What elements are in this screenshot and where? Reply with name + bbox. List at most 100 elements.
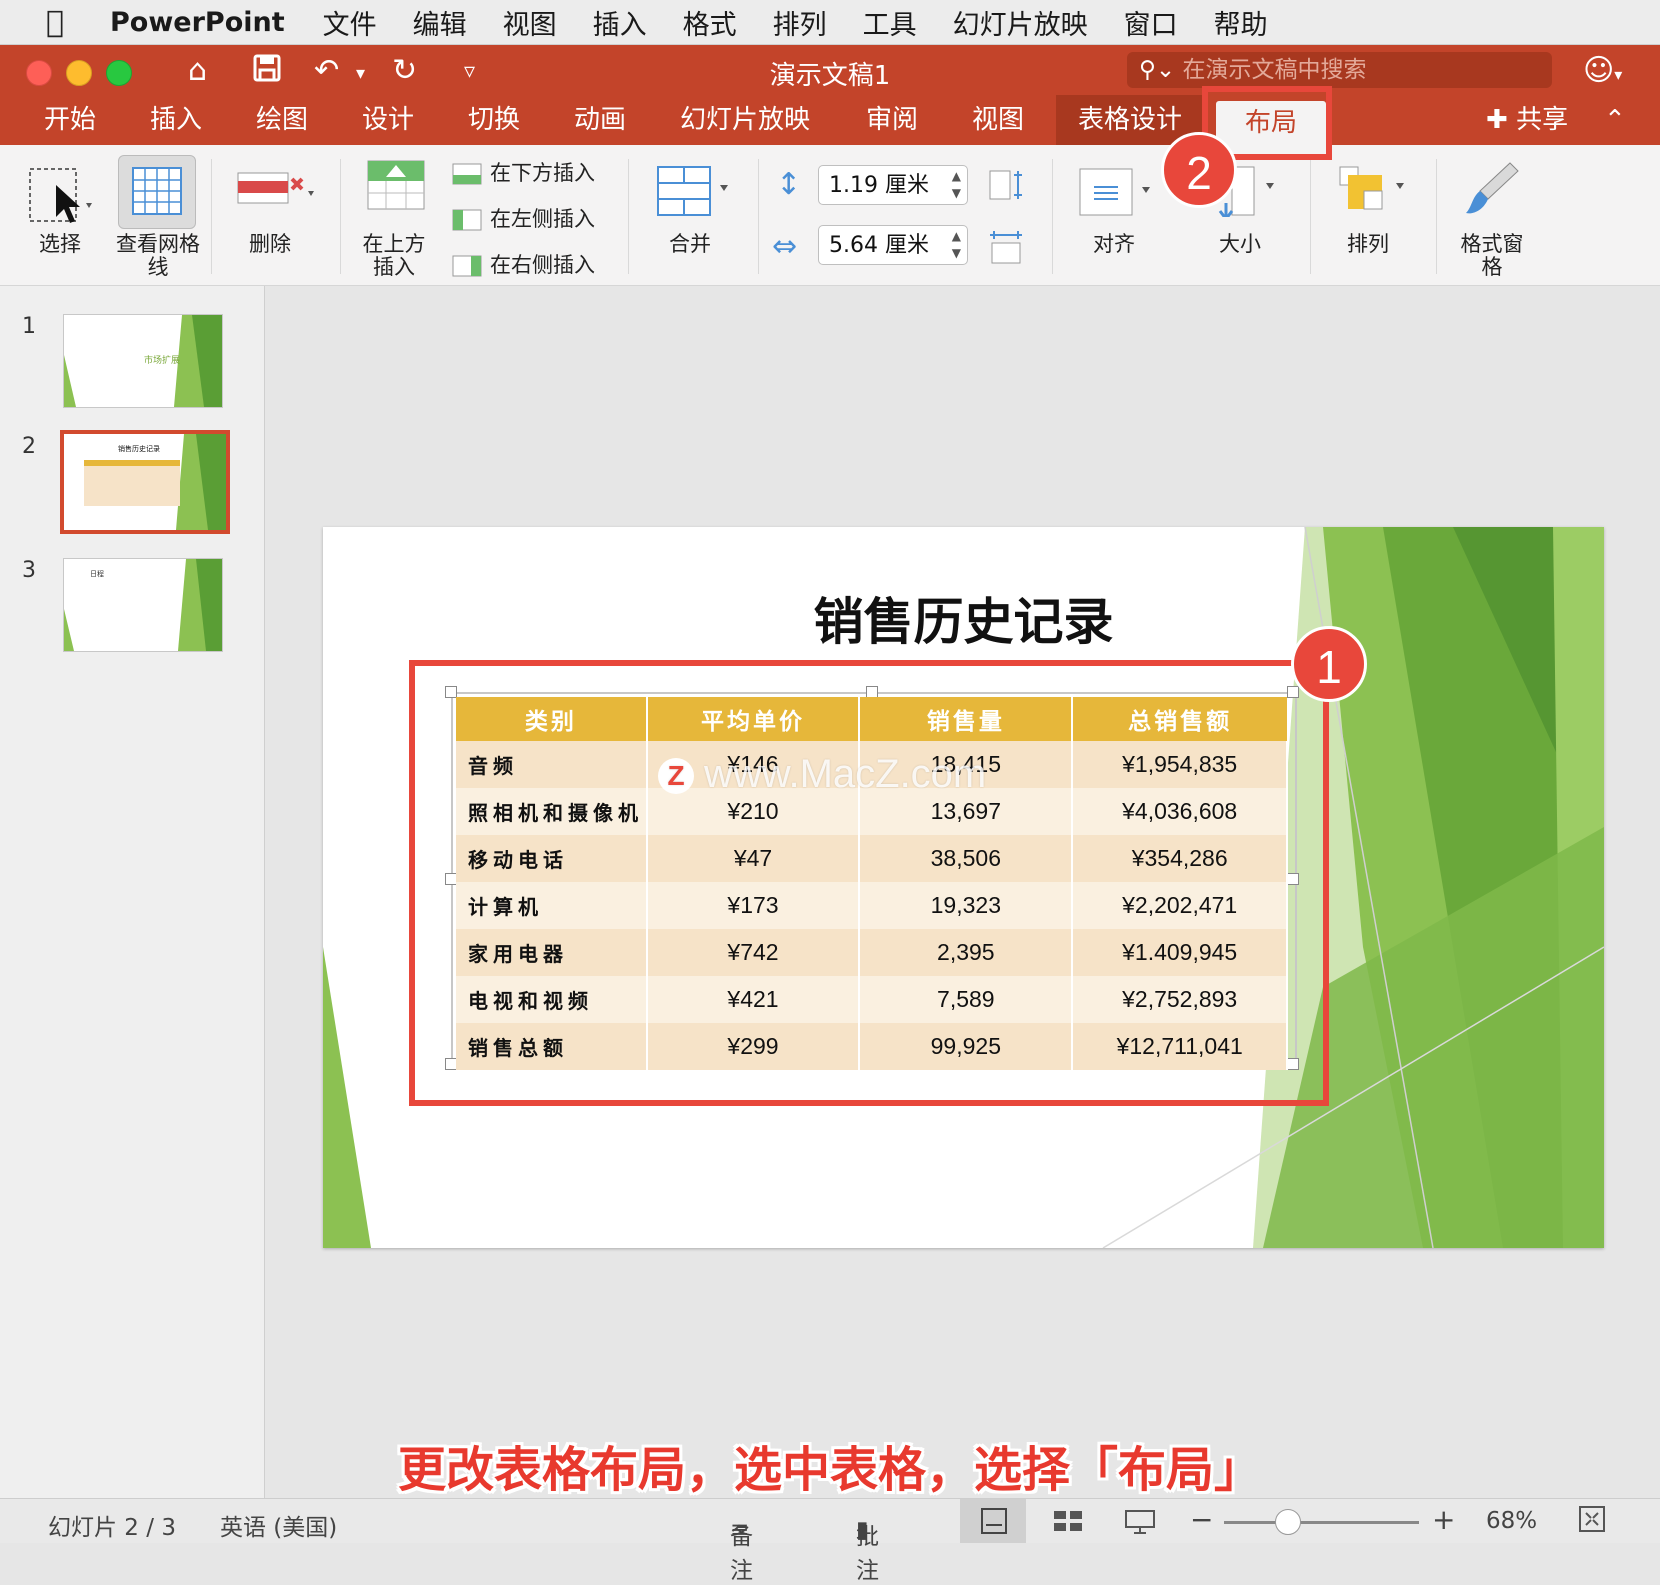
tab-design[interactable]: 设计 bbox=[348, 95, 428, 145]
ribbon-separator bbox=[340, 159, 341, 274]
menu-tools[interactable]: 工具 bbox=[863, 3, 917, 42]
zoom-slider-thumb[interactable] bbox=[1275, 1509, 1301, 1535]
undo-icon[interactable]: ↶ bbox=[314, 53, 339, 88]
menu-window[interactable]: 窗口 bbox=[1124, 3, 1178, 42]
presenter-view-icon bbox=[1125, 1510, 1155, 1534]
menu-arrange[interactable]: 排列 bbox=[773, 3, 827, 42]
menu-app-name[interactable]: PowerPoint bbox=[110, 7, 285, 38]
slide-counter: 幻灯片 2 / 3 bbox=[48, 1515, 176, 1541]
add-person-icon: ✚ bbox=[1486, 105, 1508, 135]
tab-slideshow[interactable]: 幻灯片放映 bbox=[672, 95, 818, 145]
distribute-columns-icon[interactable] bbox=[988, 229, 1024, 269]
ribbon-separator bbox=[628, 159, 629, 274]
feedback-smiley-icon[interactable]: ☺▾ bbox=[1583, 53, 1622, 88]
ribbon-separator bbox=[1436, 159, 1437, 274]
menu-help[interactable]: 帮助 bbox=[1214, 3, 1268, 42]
merge-button[interactable]: 合并 bbox=[650, 145, 740, 285]
delete-table-icon bbox=[236, 165, 316, 219]
gridlines-icon bbox=[118, 155, 196, 229]
insert-left-icon bbox=[452, 209, 482, 231]
thumbnail-green-shapes bbox=[64, 559, 222, 651]
slide-sorter-button[interactable] bbox=[1038, 1499, 1098, 1543]
step-badge-2: 2 bbox=[1161, 132, 1237, 208]
zoom-slider[interactable] bbox=[1224, 1521, 1419, 1524]
view-gridlines-button[interactable]: 查看网格线 bbox=[116, 145, 200, 285]
distribute-rows-icon[interactable] bbox=[988, 169, 1024, 205]
insert-above-icon bbox=[366, 159, 426, 215]
column-width-input[interactable]: 5.64 厘米 ▲ ▼ bbox=[818, 225, 968, 265]
align-button[interactable]: 对齐 bbox=[1074, 145, 1164, 285]
stepper-arrows-icon[interactable]: ▲ ▼ bbox=[952, 228, 961, 262]
mac-menubar:  PowerPoint 文件 编辑 视图 插入 格式 排列 工具 幻灯片放映 … bbox=[0, 0, 1660, 45]
language-indicator[interactable]: 英语 (美国) bbox=[220, 1508, 337, 1542]
slide-thumbnail-2[interactable]: 销售历史记录 bbox=[60, 430, 230, 534]
slide-thumbnail-1[interactable]: 市场扩展 bbox=[63, 314, 223, 408]
close-window-button[interactable] bbox=[26, 60, 52, 86]
arrange-button[interactable]: 排列 bbox=[1328, 145, 1418, 285]
undo-dropdown-icon[interactable]: ▾ bbox=[356, 63, 365, 84]
cursor-select-icon bbox=[28, 167, 98, 231]
tab-home[interactable]: 开始 bbox=[30, 95, 110, 145]
normal-view-button[interactable] bbox=[960, 1499, 1026, 1543]
ribbon-layout: 选择 查看网格线 删除 在上方插入 在下方插入 在左侧插入 在右侧插入 合并 ↕… bbox=[0, 145, 1660, 286]
arrange-label: 排列 bbox=[1347, 232, 1389, 256]
insert-right-button[interactable]: 在右侧插入 bbox=[452, 249, 595, 279]
search-placeholder: 在演示文稿中搜索 bbox=[1182, 57, 1367, 83]
comments-label: 批注 bbox=[856, 1524, 879, 1584]
collapse-ribbon-icon[interactable]: ⌃ bbox=[1604, 95, 1626, 145]
paintbrush-icon bbox=[1462, 159, 1522, 223]
home-icon[interactable]: ⌂ bbox=[188, 53, 207, 88]
apple-icon[interactable]:  bbox=[0, 5, 110, 40]
zoom-out-icon[interactable]: − bbox=[1190, 1503, 1213, 1536]
menu-view[interactable]: 视图 bbox=[503, 3, 557, 42]
tab-transitions[interactable]: 切换 bbox=[454, 95, 534, 145]
thumbnail-title: 市场扩展 bbox=[144, 356, 181, 366]
delete-button[interactable]: 删除 bbox=[230, 145, 320, 285]
menu-format[interactable]: 格式 bbox=[683, 3, 737, 42]
zoom-in-icon[interactable]: + bbox=[1432, 1503, 1455, 1536]
menu-slideshow[interactable]: 幻灯片放映 bbox=[953, 3, 1088, 42]
tab-animations[interactable]: 动画 bbox=[560, 95, 640, 145]
title-bar: ⌂ ↶ ▾ ↻ ▿ 演示文稿1 ⚲⌄ 在演示文稿中搜索 ☺▾ bbox=[0, 45, 1660, 95]
view-gridlines-label: 查看网格线 bbox=[116, 232, 200, 279]
redo-icon[interactable]: ↻ bbox=[392, 53, 417, 88]
row-height-value: 1.19 厘米 bbox=[829, 173, 929, 198]
thumbnail-number: 3 bbox=[22, 558, 36, 583]
tab-draw[interactable]: 绘图 bbox=[242, 95, 322, 145]
menu-insert[interactable]: 插入 bbox=[593, 3, 647, 42]
format-pane-button[interactable]: 格式窗格 bbox=[1452, 145, 1532, 285]
zoom-level[interactable]: 68% bbox=[1486, 1508, 1537, 1534]
thumbnail-title: 销售历史记录 bbox=[118, 445, 160, 453]
menu-edit[interactable]: 编辑 bbox=[413, 3, 467, 42]
insert-right-icon bbox=[452, 255, 482, 277]
zoom-window-button[interactable] bbox=[106, 60, 132, 86]
minimize-window-button[interactable] bbox=[66, 60, 92, 86]
search-input[interactable]: ⚲⌄ 在演示文稿中搜索 bbox=[1127, 52, 1552, 88]
highlight-box-table bbox=[409, 660, 1329, 1106]
insert-left-button[interactable]: 在左侧插入 bbox=[452, 203, 595, 233]
ribbon-separator bbox=[758, 159, 759, 274]
select-button[interactable]: 选择 bbox=[20, 145, 110, 285]
slide-thumbnail-3[interactable]: 日程 bbox=[63, 558, 223, 652]
fit-to-window-icon[interactable] bbox=[1578, 1505, 1606, 1539]
tab-insert[interactable]: 插入 bbox=[136, 95, 216, 145]
size-label: 大小 bbox=[1219, 232, 1261, 256]
format-pane-label: 格式窗格 bbox=[1460, 232, 1524, 279]
thumbnail-title: 日程 bbox=[90, 570, 104, 578]
row-height-input[interactable]: 1.19 厘米 ▲ ▼ bbox=[818, 165, 968, 205]
insert-above-button[interactable]: 在上方插入 bbox=[354, 145, 434, 285]
search-icon: ⚲⌄ bbox=[1139, 57, 1176, 83]
share-button[interactable]: ✚ 共享 bbox=[1486, 95, 1568, 145]
tab-review[interactable]: 审阅 bbox=[852, 95, 932, 145]
slide-title[interactable]: 销售历史记录 bbox=[323, 582, 1604, 654]
stepper-arrows-icon[interactable]: ▲ ▼ bbox=[952, 168, 961, 202]
row-height-icon: ↕ bbox=[776, 167, 802, 202]
insert-below-button[interactable]: 在下方插入 bbox=[452, 157, 595, 187]
save-icon[interactable] bbox=[252, 53, 282, 91]
tab-view[interactable]: 视图 bbox=[958, 95, 1038, 145]
menu-file[interactable]: 文件 bbox=[323, 3, 377, 42]
presenter-view-button[interactable] bbox=[1110, 1499, 1170, 1543]
ribbon-separator bbox=[1310, 159, 1311, 274]
thumbnail-number: 1 bbox=[22, 314, 36, 339]
customize-toolbar-icon[interactable]: ▿ bbox=[464, 59, 475, 84]
